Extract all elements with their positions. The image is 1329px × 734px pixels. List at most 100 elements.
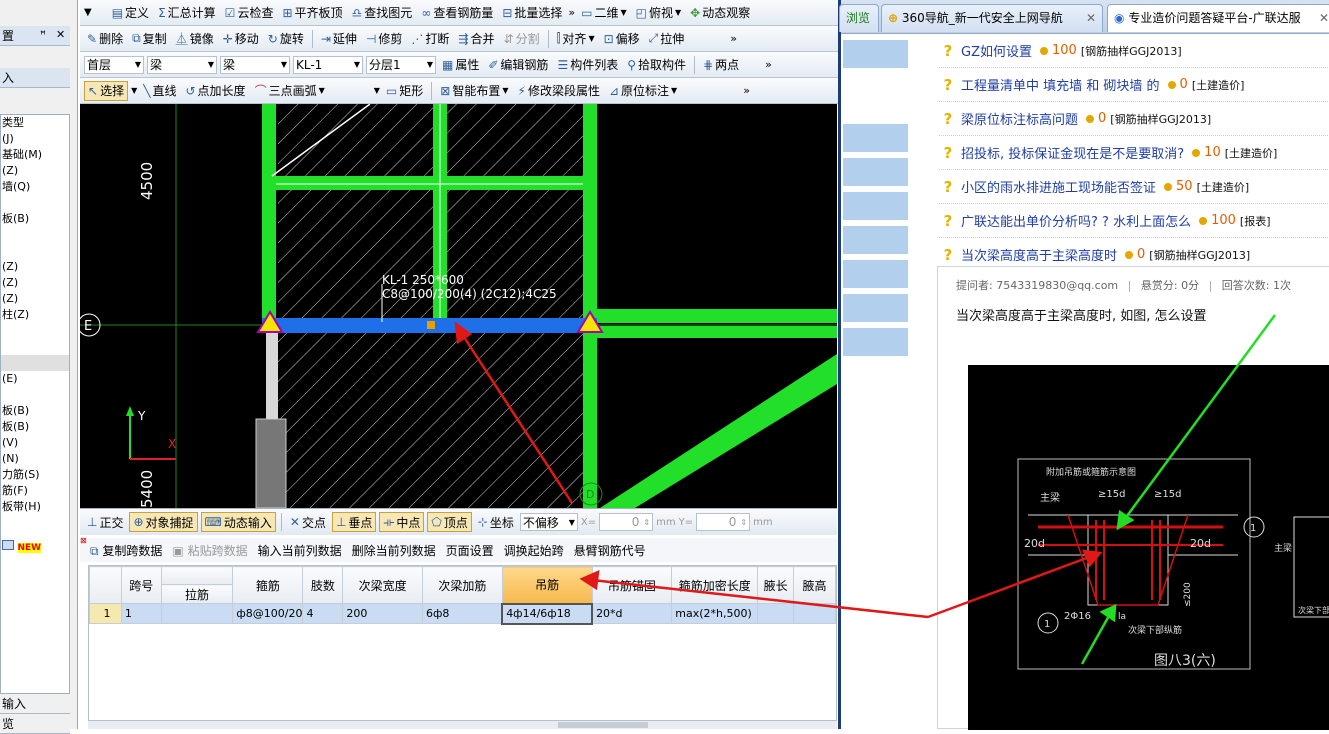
side-block[interactable] [843,192,908,220]
question-category[interactable]: [钢筋抽样GGJ2013] [1149,247,1250,263]
left-footer-view[interactable]: 览 [0,714,70,734]
side-block[interactable] [843,124,908,152]
span-data-grid[interactable]: 跨号 箍筋 肢数 次梁宽度 次梁加筋 吊筋 吊筋锚固 箍筋加密长度 腋长 腋高 … [88,565,837,721]
side-block[interactable] [843,260,908,288]
col-legs[interactable]: 肢数 [302,566,344,604]
vertex-snap[interactable]: ⬠ 顶点 [427,512,472,532]
component-select[interactable]: KL-1 ▼ [293,55,363,74]
midpoint-snap[interactable]: ⟛ 中点 [379,512,425,532]
in-place-annotation-dropdown[interactable]: ⊿ 原位标注 ▼ [606,81,680,101]
tab-partial[interactable]: 浏览 [839,4,879,32]
list-item[interactable]: ? 小区的雨水排进施工现场能否签证 50 [土建造价] [939,170,1329,204]
question-category[interactable]: [土建造价] [1192,77,1245,93]
batch-select-button[interactable]: ⊟ 批量选择 [499,3,565,23]
perpendicular-snap[interactable]: ⊥ 垂点 [331,512,377,532]
find-element-button[interactable]: ♎ 查找图元 [349,3,416,23]
delete-button[interactable]: ✎ 删除 [84,29,126,49]
question-title[interactable]: 小区的雨水排进施工现场能否签证 [961,177,1156,196]
table-row[interactable]: 1 1 ф8@100/20 4 200 6ф8 4ф14/6ф18 20*d m… [89,602,836,625]
tree-item[interactable]: 基础(M) [1,147,69,163]
col-tie-bar[interactable]: 拉筋 [160,584,234,604]
extend-button[interactable]: ⇥ 延伸 [318,29,360,49]
cell-tie-bar[interactable] [160,603,234,624]
side-block[interactable] [843,158,908,186]
col-secondary-rebar[interactable]: 次梁加筋 [422,566,503,604]
question-category[interactable]: [土建造价] [1197,179,1250,195]
tree-item[interactable]: (Z) [1,259,69,275]
2d-view-dropdown[interactable]: ▭ 二维 ▼ [578,3,630,23]
side-block[interactable] [843,294,908,322]
split-button[interactable]: ⇵ 分割 [501,29,543,49]
beam-green[interactable] [597,326,837,338]
tree-item[interactable]: (V) [1,435,69,451]
side-block[interactable] [843,226,908,254]
col-stirrup[interactable]: 箍筋 [232,566,304,604]
tree-item[interactable] [1,195,69,211]
cell-haunch-height[interactable] [793,603,836,624]
swap-start-span-button[interactable]: 调换起始跨 [504,542,564,559]
y-offset-input[interactable]: 0 ⇕ [696,513,751,531]
side-block[interactable] [843,40,908,68]
list-item[interactable]: ? 工程量清单中 填充墙 和 砌块墙 的 0 [土建造价] [939,68,1329,102]
floor-select[interactable]: 首层 ▼ [84,55,144,74]
list-item[interactable]: ? GZ如何设置 100 [钢筋抽样GGJ2013] [939,34,1329,68]
more-icon[interactable]: » [743,84,750,97]
chevron-down-icon[interactable]: ▼ [374,86,380,95]
cloud-check-button[interactable]: ☑ 云检查 [222,3,277,23]
more-icon[interactable]: » [568,6,575,19]
col-haunch-height[interactable]: 腋高 [793,566,836,604]
close-icon[interactable]: ⊠ [80,536,87,545]
element-category-select[interactable]: 梁 ▼ [147,55,217,74]
question-attached-image[interactable]: 附加吊筋或箍筋示意图 主梁 ≥15d ≥15d 20d 20d 1 2Φ16 ≤… [968,365,1329,730]
column-wall[interactable] [583,104,597,508]
close-icon[interactable]: ✕ [1319,5,1329,31]
tree-item[interactable]: (Z) [1,275,69,291]
col-haunch-length[interactable]: 腋长 [757,566,795,604]
asker-info[interactable]: 提问者: 7543319830@qq.com [956,279,1118,292]
tab-360-navigation[interactable]: ⊕ 360导航_新一代安全上网导航 ✕ [881,4,1103,32]
col-dense-length[interactable]: 箍筋加密长度 [671,566,759,604]
list-item[interactable]: ? 广联达能出单价分析吗? ? 水利上面怎么 100 [报表] [939,204,1329,238]
summary-calc-button[interactable]: Σ 汇总计算 [155,3,219,23]
col-span-number[interactable]: 跨号 [120,566,162,604]
cell-secondary-width[interactable]: 200 [342,603,423,624]
tree-item[interactable]: 柱(Z) [1,307,69,323]
beam-green[interactable] [262,176,597,190]
align-dropdown[interactable]: ⫿ 对齐 ▼ [554,29,598,49]
intersection-snap[interactable]: ✕ 交点 [287,512,329,532]
side-block[interactable] [843,328,908,356]
tree-item-new[interactable]: NEW [1,539,69,555]
close-icon[interactable]: ✕ [1086,5,1096,31]
col-hanger-anchor[interactable]: 吊筋锚固 [591,566,673,604]
question-title[interactable]: 广联达能出单价分析吗? ? 水利上面怎么 [961,211,1191,230]
copy-button[interactable]: ⧉ 复制 [129,29,170,49]
question-title[interactable]: GZ如何设置 [961,41,1032,60]
dynamic-input-toggle[interactable]: ⌨ 动态输入 [200,512,276,532]
cantilever-code-button[interactable]: 悬臂钢筋代号 [574,542,646,559]
grid-horizontal-scrollbar[interactable] [88,721,837,729]
define-button[interactable]: ▤ 定义 [109,3,152,23]
edit-rebar-button[interactable]: ✐ 编辑钢筋 [485,55,551,75]
cell-span-number[interactable]: 1 [120,603,162,624]
cell-dense-length[interactable]: max(2*h,500) [671,603,759,624]
pin-icon[interactable]: ꟸ [40,30,46,41]
two-point-button[interactable]: ⋕ 两点 [700,55,742,75]
paste-span-data-button[interactable]: ▣ 粘贴跨数据 [172,542,247,559]
stretch-button[interactable]: ⤢ 拉伸 [646,29,688,49]
merge-button[interactable]: ⇶ 合并 [455,29,497,49]
cell-stirrup[interactable]: ф8@100/20 [232,603,304,624]
element-type-select[interactable]: 梁 ▼ [220,55,290,74]
cell-hanger-bar[interactable]: 4ф14/6ф18 [501,602,594,625]
question-category[interactable]: [钢筋抽样GGJ2013] [1081,43,1182,59]
tree-item[interactable] [1,355,69,371]
delete-column-button[interactable]: 删除当前列数据 [352,542,436,559]
offset-button[interactable]: ⊡ 偏移 [601,29,643,49]
cell-hanger-anchor[interactable]: 20*d [591,603,673,624]
view-rebar-button[interactable]: ∞ 查看钢筋量 [418,3,496,23]
tree-item[interactable]: 筋(F) [1,483,69,499]
question-category[interactable]: [钢筋抽样GGJ2013] [1110,111,1211,127]
component-list-button[interactable]: ☰ 构件列表 [554,55,621,75]
page-setup-button[interactable]: 页面设置 [446,542,494,559]
close-icon[interactable]: ✕ [56,28,65,41]
diagonal-beam[interactable] [600,354,837,508]
